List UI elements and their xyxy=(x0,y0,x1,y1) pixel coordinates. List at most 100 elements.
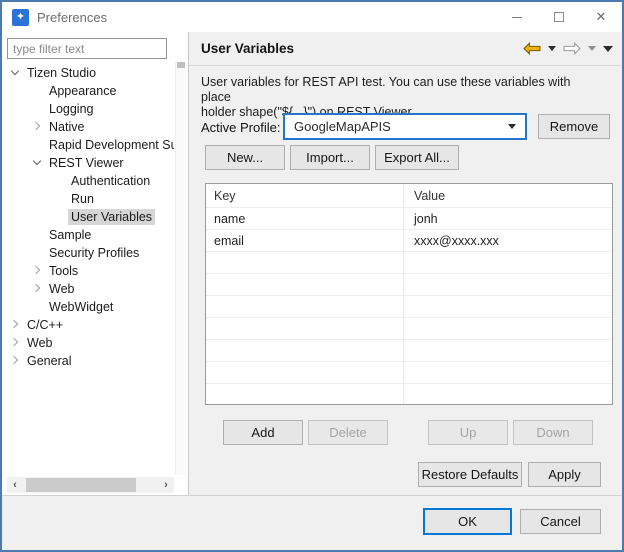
maximize-button[interactable] xyxy=(538,2,580,32)
main-area: Tizen StudioAppearanceLogging Native Rapid… xyxy=(2,32,622,495)
forward-dropdown-icon[interactable] xyxy=(588,46,596,51)
chevron-down-icon[interactable] xyxy=(30,155,46,171)
tree-item-run[interactable]: Run xyxy=(2,190,174,208)
tree-item-web[interactable]: Web xyxy=(2,334,174,352)
minimize-button[interactable] xyxy=(496,2,538,32)
close-icon: ✕ xyxy=(596,9,607,25)
tree-item-label: Rapid Development Su xyxy=(46,137,174,153)
table-row[interactable]: emailxxxx@xxxx.xxx xyxy=(206,230,612,252)
table-row[interactable] xyxy=(206,362,612,384)
down-button[interactable]: Down xyxy=(513,420,593,445)
scroll-right-icon[interactable]: › xyxy=(158,477,174,493)
cell-value xyxy=(404,340,612,361)
back-dropdown-icon[interactable] xyxy=(548,46,556,51)
horizontal-scrollbar-thumb[interactable] xyxy=(26,478,136,492)
apply-button[interactable]: Apply xyxy=(528,462,601,487)
cell-value: jonh xyxy=(404,208,612,229)
cell-value xyxy=(404,318,612,339)
tree-item-authentication[interactable]: Authentication xyxy=(2,172,174,190)
export-all-button[interactable]: Export All... xyxy=(375,145,459,170)
dialog-footer: OK Cancel xyxy=(2,495,622,550)
history-forward-icon[interactable] xyxy=(563,42,581,55)
cell-key xyxy=(206,274,404,295)
scroll-left-icon[interactable]: ‹ xyxy=(7,477,23,493)
tree-item-webwidget[interactable]: WebWidget xyxy=(2,298,174,316)
tree-item-rest-viewer[interactable]: REST Viewer xyxy=(2,154,174,172)
tree-item-label: Tizen Studio xyxy=(24,65,99,81)
tree-item-label: Sample xyxy=(46,227,94,243)
tree-item-general[interactable]: General xyxy=(2,352,174,370)
chevron-right-icon[interactable] xyxy=(30,281,46,297)
new-button[interactable]: New... xyxy=(205,145,285,170)
active-profile-select[interactable]: GoogleMapAPIS xyxy=(283,113,527,140)
table-row[interactable] xyxy=(206,296,612,318)
add-button[interactable]: Add xyxy=(223,420,303,445)
chevron-right-icon[interactable] xyxy=(8,317,24,333)
chevron-placeholder xyxy=(52,173,68,189)
history-navigation xyxy=(523,42,613,55)
tree-item-rapid-development-su[interactable]: Rapid Development Su xyxy=(2,136,174,154)
cell-key xyxy=(206,340,404,361)
tree-item-label: Web xyxy=(46,281,77,297)
chevron-placeholder xyxy=(30,245,46,261)
vertical-scrollbar-thumb[interactable] xyxy=(177,62,185,68)
cell-value xyxy=(404,362,612,383)
close-button[interactable]: ✕ xyxy=(580,2,622,32)
cell-key xyxy=(206,252,404,273)
chevron-down-icon xyxy=(508,124,516,129)
tree-item-tools[interactable]: Tools xyxy=(2,262,174,280)
tree-item-label: General xyxy=(24,353,74,369)
table-row[interactable] xyxy=(206,252,612,274)
tree-item-native[interactable]: Native xyxy=(2,118,174,136)
preferences-tree: Tizen StudioAppearanceLogging Native Rapid… xyxy=(2,64,174,475)
chevron-down-icon[interactable] xyxy=(8,65,24,81)
window-title: Preferences xyxy=(37,10,107,25)
preferences-dialog: ✦ Preferences ✕ Tizen StudioAppearanceLo… xyxy=(0,0,624,552)
tree-item-sample[interactable]: Sample xyxy=(2,226,174,244)
restore-defaults-button[interactable]: Restore Defaults xyxy=(418,462,522,487)
tree-item-label: Logging xyxy=(46,101,97,117)
tree-vertical-scrollbar[interactable] xyxy=(175,62,186,475)
cell-key xyxy=(206,318,404,339)
chevron-right-icon[interactable] xyxy=(30,263,46,279)
tree-item-tizen-studio[interactable]: Tizen Studio xyxy=(2,64,174,82)
view-menu-icon[interactable] xyxy=(603,46,613,52)
tree-item-appearance[interactable]: Appearance xyxy=(2,82,174,100)
tree-item-label: Native xyxy=(46,119,87,135)
chevron-placeholder xyxy=(30,137,46,153)
cell-key xyxy=(206,384,404,405)
user-variables-table[interactable]: KeyValuenamejonhemailxxxx@xxxx.xxx xyxy=(205,183,613,405)
chevron-placeholder xyxy=(30,227,46,243)
cancel-button[interactable]: Cancel xyxy=(520,509,601,534)
tree-item-label: WebWidget xyxy=(46,299,116,315)
active-profile-value: GoogleMapAPIS xyxy=(294,119,391,134)
table-row[interactable] xyxy=(206,274,612,296)
tree-item-label: Web xyxy=(24,335,55,351)
tree-item-label: Authentication xyxy=(68,173,153,189)
cell-key xyxy=(206,362,404,383)
minimize-icon xyxy=(512,17,522,18)
tree-item-security-profiles[interactable]: Security Profiles xyxy=(2,244,174,262)
table-row[interactable] xyxy=(206,384,612,405)
tree-item-c-c-[interactable]: C/C++ xyxy=(2,316,174,334)
history-back-icon[interactable] xyxy=(523,42,541,55)
tree-item-web[interactable]: Web xyxy=(2,280,174,298)
chevron-right-icon[interactable] xyxy=(8,335,24,351)
tree-item-logging[interactable]: Logging xyxy=(2,100,174,118)
tree-horizontal-scrollbar[interactable]: ‹ › xyxy=(7,477,174,493)
ok-button[interactable]: OK xyxy=(423,508,512,535)
chevron-right-icon[interactable] xyxy=(8,353,24,369)
remove-button[interactable]: Remove xyxy=(538,114,610,139)
delete-button[interactable]: Delete xyxy=(308,420,388,445)
cell-value xyxy=(404,384,612,405)
tree-item-user-variables[interactable]: User Variables xyxy=(2,208,174,226)
table-row[interactable]: namejonh xyxy=(206,208,612,230)
import-button[interactable]: Import... xyxy=(290,145,370,170)
filter-input[interactable] xyxy=(7,38,167,59)
chevron-placeholder xyxy=(30,101,46,117)
chevron-right-icon[interactable] xyxy=(30,119,46,135)
table-row[interactable] xyxy=(206,340,612,362)
maximize-icon xyxy=(554,12,564,22)
up-button[interactable]: Up xyxy=(428,420,508,445)
table-row[interactable] xyxy=(206,318,612,340)
